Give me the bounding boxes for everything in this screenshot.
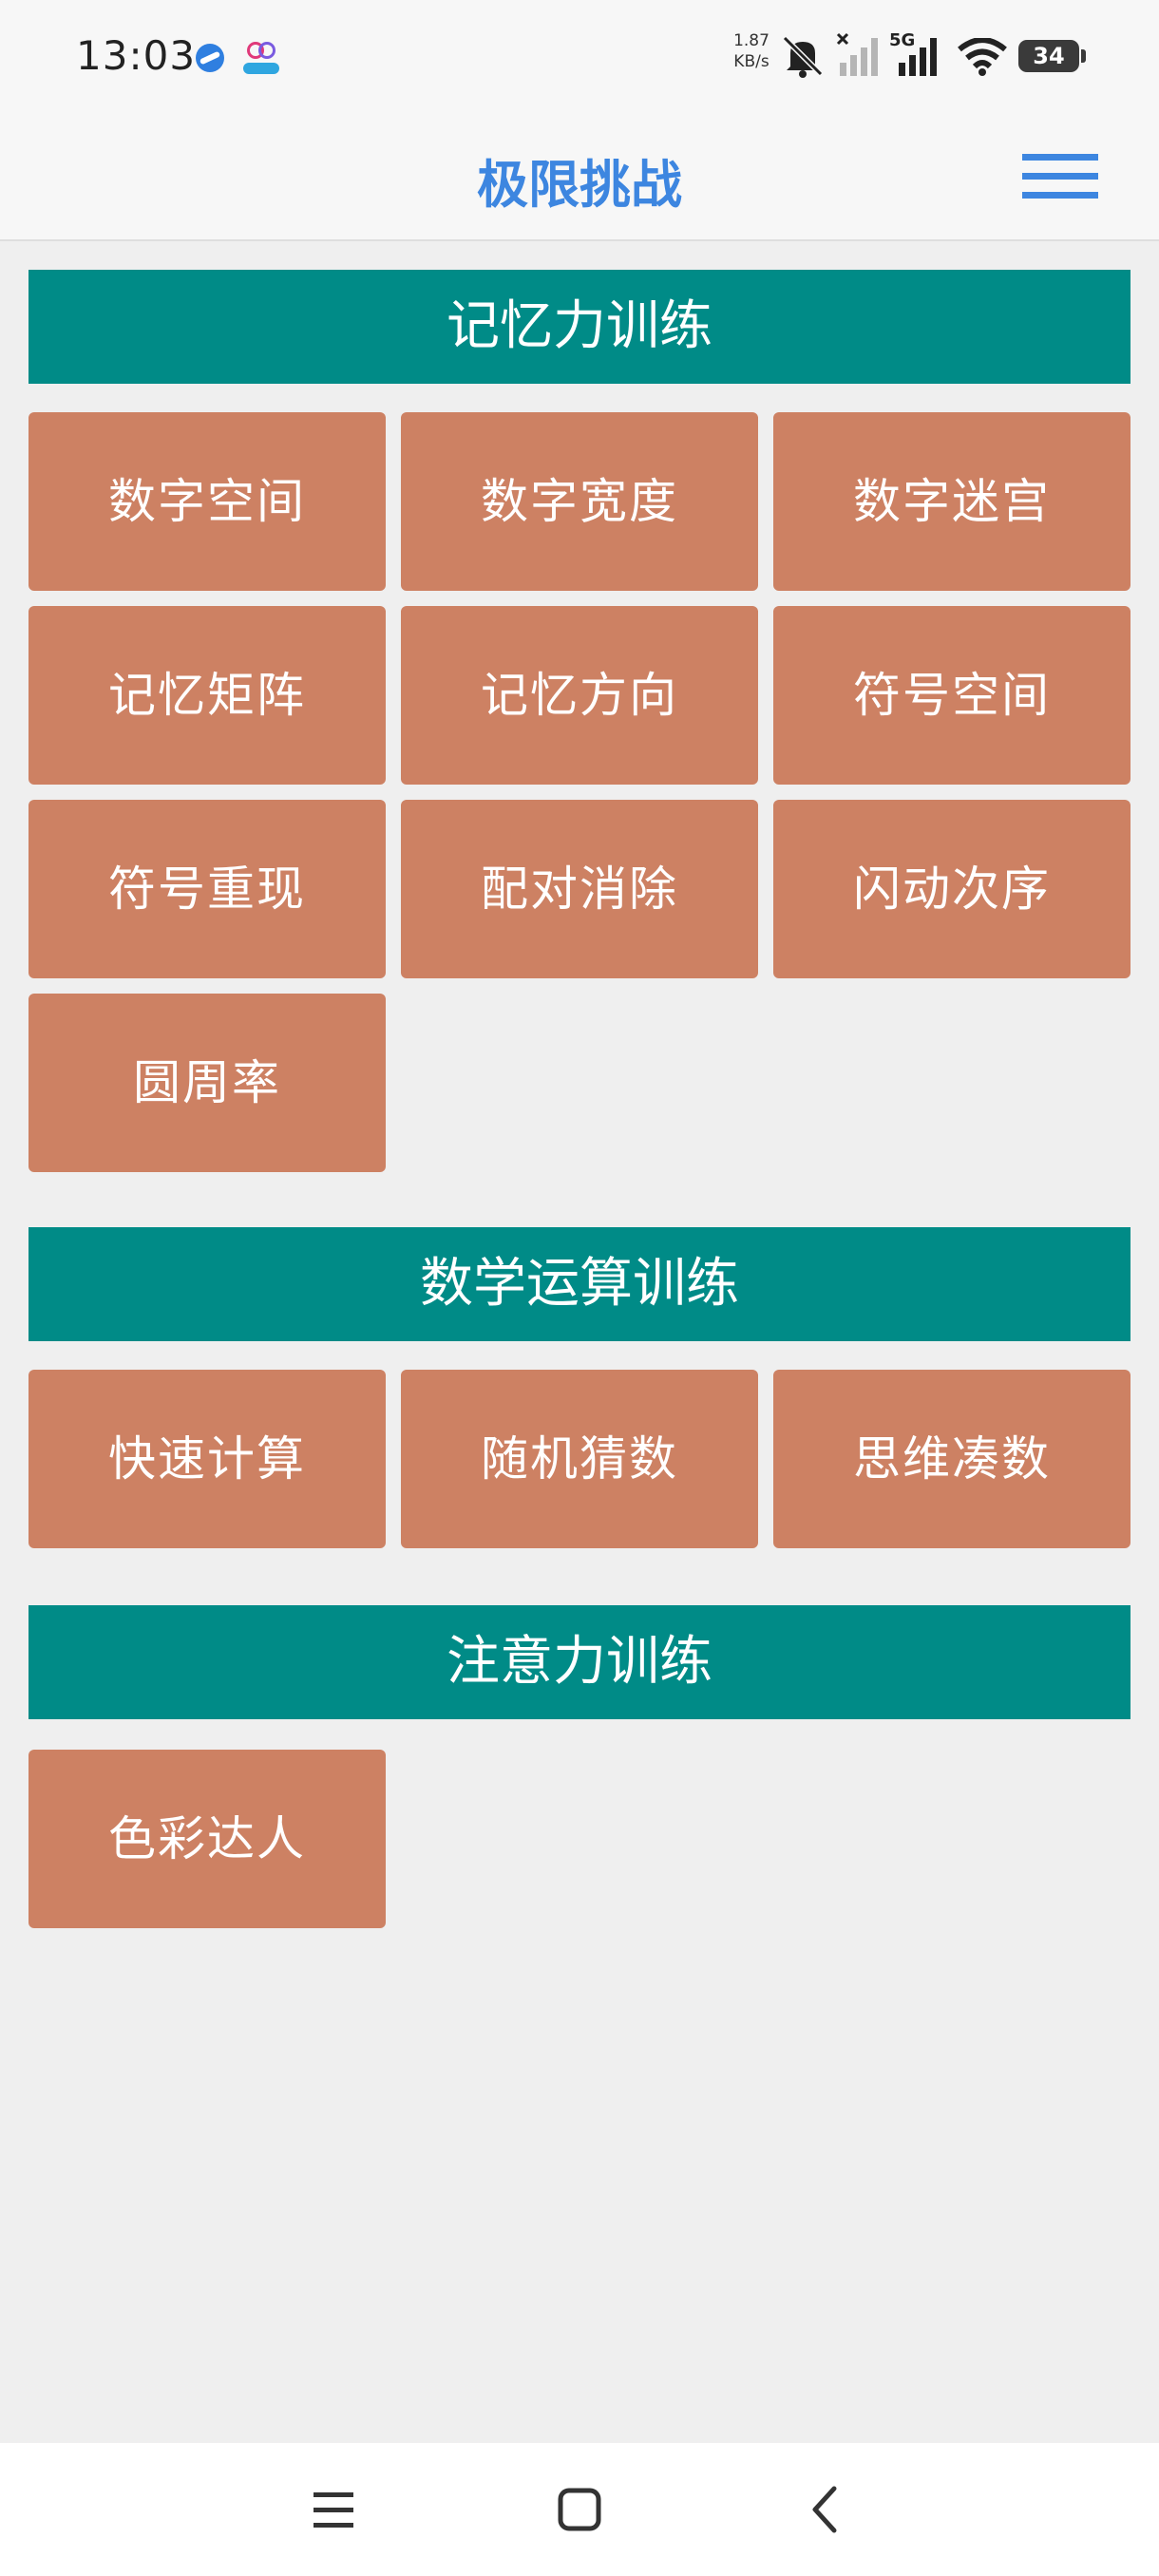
game-tile[interactable]: 数字迷宫 xyxy=(773,412,1130,591)
back-icon[interactable] xyxy=(792,2479,859,2540)
game-tile[interactable]: 配对消除 xyxy=(401,800,758,978)
game-tile[interactable]: 圆周率 xyxy=(28,994,386,1172)
signal-5g-icon: 5G xyxy=(889,30,937,76)
section-header-math: 数学运算训练 xyxy=(28,1227,1130,1341)
game-tile[interactable]: 符号空间 xyxy=(773,606,1130,785)
game-tile[interactable]: 闪动次序 xyxy=(773,800,1130,978)
home-icon[interactable] xyxy=(546,2479,613,2540)
game-tile[interactable]: 数字空间 xyxy=(28,412,386,591)
notification-app-icon xyxy=(241,40,281,78)
app-header: 极限挑战 xyxy=(0,114,1159,241)
game-tile[interactable]: 色彩达人 xyxy=(28,1750,386,1928)
game-tile[interactable]: 记忆矩阵 xyxy=(28,606,386,785)
network-type-label: 5G xyxy=(889,30,915,50)
game-tile[interactable]: 数字宽度 xyxy=(401,412,758,591)
network-speed: 1.87 KB/s xyxy=(733,31,770,71)
battery-indicator: 34 xyxy=(1018,40,1086,72)
hamburger-menu-icon[interactable] xyxy=(1020,150,1100,205)
app-screen: 13:03 1.87 KB/s 5G 34 极限挑战 记忆力训练 数字空间 数字… xyxy=(0,0,1159,2576)
game-tile[interactable]: 符号重现 xyxy=(28,800,386,978)
game-tile[interactable]: 记忆方向 xyxy=(401,606,758,785)
status-time: 13:03 xyxy=(76,32,197,79)
page-title: 极限挑战 xyxy=(477,155,682,215)
game-tile[interactable]: 随机猜数 xyxy=(401,1370,758,1548)
signal-no-service-icon xyxy=(836,32,878,76)
section-header-attention: 注意力训练 xyxy=(28,1605,1130,1719)
status-bar: 13:03 1.87 KB/s 5G 34 xyxy=(0,0,1159,114)
mute-icon xyxy=(782,35,824,78)
game-tile[interactable]: 快速计算 xyxy=(28,1370,386,1548)
section-header-memory: 记忆力训练 xyxy=(28,270,1130,384)
wifi-icon xyxy=(958,38,1007,76)
game-tile[interactable]: 思维凑数 xyxy=(773,1370,1130,1548)
system-nav-bar xyxy=(0,2443,1159,2576)
browser-app-icon xyxy=(196,44,224,72)
recents-icon[interactable] xyxy=(300,2479,367,2540)
